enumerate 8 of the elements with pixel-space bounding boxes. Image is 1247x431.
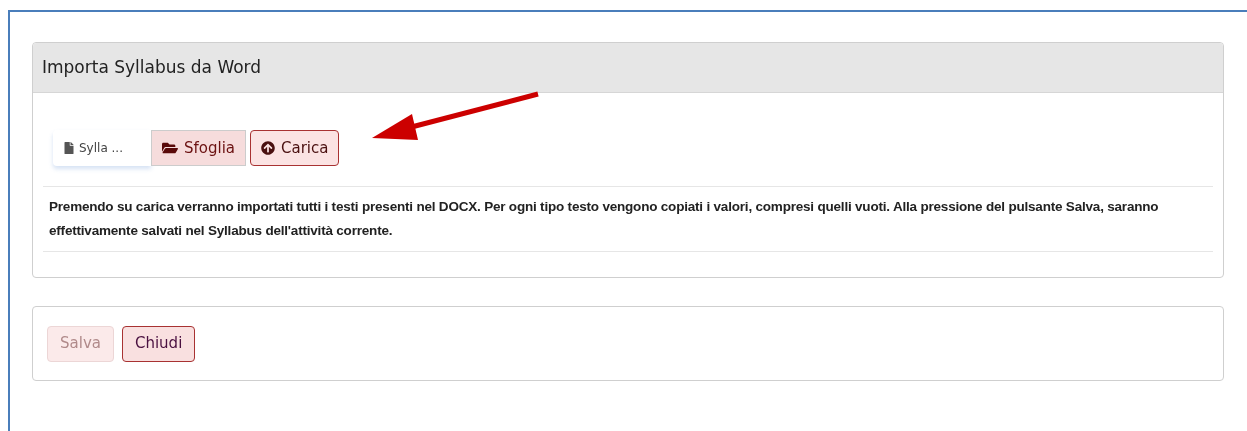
browse-button[interactable]: Sfoglia [151,130,247,166]
description-text: Premendo su carica verranno importati tutti i testi presenti nel DOCX. Per ogni tipo testo vengono copiati i valori, compresi quelli vuoti. Alla pressione del pulsante Salva, saranno effettivamente salvati nel Syllabus dell'attività corrente. [49,198,1160,240]
close-button[interactable]: Chiudi [121,325,196,362]
upload-button[interactable]: Carica [250,130,340,166]
panel-title: Importa Syllabus da Word [42,55,262,79]
file-icon [63,142,75,154]
folder-icon [162,140,178,156]
file-name-field[interactable]: Sylla ... [53,130,151,166]
